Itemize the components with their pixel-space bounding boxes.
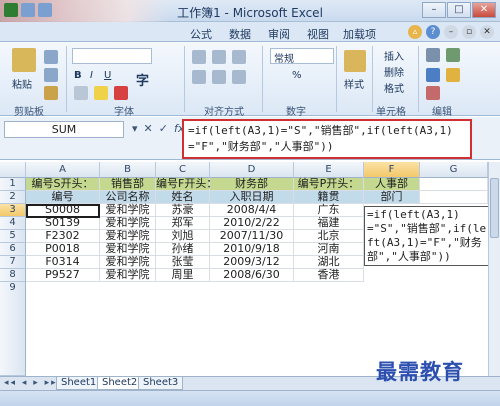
- tab-formulas[interactable]: 公式: [190, 26, 212, 42]
- delete-button[interactable]: 删除: [384, 64, 404, 79]
- font-name-box[interactable]: [72, 48, 152, 64]
- column-header-b[interactable]: B: [100, 162, 156, 178]
- doc-close-icon[interactable]: ✕: [480, 25, 494, 39]
- doc-restore-icon[interactable]: ▫: [462, 25, 476, 39]
- group-number: 数字: [286, 107, 306, 118]
- formula-input[interactable]: =if(left(A3,1)="S","销售部",if(left(A3,1)="…: [182, 119, 472, 159]
- wrap-text-icon[interactable]: [232, 50, 246, 64]
- styles-label[interactable]: 样式: [344, 76, 364, 91]
- underline-button[interactable]: U: [104, 70, 111, 81]
- sheet-tab-3[interactable]: Sheet3: [138, 377, 184, 390]
- maximize-button[interactable]: □: [447, 2, 471, 18]
- find-select-icon[interactable]: [446, 68, 460, 82]
- minimize-ribbon-icon[interactable]: ▵: [408, 25, 422, 39]
- tab-addins[interactable]: 加载项: [343, 26, 376, 42]
- name-box[interactable]: SUM: [4, 121, 124, 138]
- percent-button[interactable]: %: [292, 70, 302, 81]
- font-label-a: 字: [136, 74, 150, 89]
- enter-icon[interactable]: ✓: [159, 122, 168, 135]
- minimize-button[interactable]: –: [422, 2, 446, 18]
- copy-icon[interactable]: [44, 68, 58, 82]
- sort-filter-icon[interactable]: [446, 48, 460, 62]
- format-painter-icon[interactable]: [44, 86, 58, 100]
- tab-data[interactable]: 数据: [229, 26, 251, 42]
- help-icon[interactable]: ?: [426, 25, 440, 39]
- fill-color-icon[interactable]: [94, 86, 108, 100]
- group-font: 字体: [114, 107, 134, 118]
- group-clipboard: 剪贴板: [14, 107, 44, 118]
- border-icon[interactable]: [74, 86, 88, 100]
- insert-button[interactable]: 插入: [384, 48, 404, 63]
- number-format-box[interactable]: 常规: [270, 48, 334, 65]
- row-header-1[interactable]: 1: [0, 178, 26, 191]
- column-header-e[interactable]: E: [294, 162, 364, 178]
- cancel-icon[interactable]: ✕: [144, 122, 153, 135]
- column-header-g[interactable]: G: [420, 162, 488, 178]
- clear-icon[interactable]: [426, 86, 440, 100]
- fill-icon[interactable]: [426, 68, 440, 82]
- sheet-tab-1[interactable]: Sheet1: [56, 377, 102, 390]
- row-header-7[interactable]: 7: [0, 256, 26, 269]
- paste-icon[interactable]: [12, 48, 36, 72]
- editing-cell-f3[interactable]: =if(left(A3,1)="S","销售部",if(left(A3,1)="…: [364, 206, 492, 266]
- format-button[interactable]: 格式: [384, 80, 404, 95]
- bold-button[interactable]: B: [74, 70, 82, 81]
- status-bar: [0, 390, 500, 406]
- cell-b8[interactable]: 爱和学院: [100, 269, 156, 282]
- name-box-dropdown-icon[interactable]: ▾: [132, 122, 138, 135]
- align-left-icon[interactable]: [192, 70, 206, 84]
- group-cells: 单元格: [376, 107, 406, 118]
- row-header-9[interactable]: 9: [0, 282, 26, 376]
- select-all-corner[interactable]: [0, 162, 26, 178]
- title-bar: 工作簿1 - Microsoft Excel – □ ✕: [0, 0, 500, 44]
- sheet-nav-arrows-icon[interactable]: ◂◂ ◂ ▸ ▸▸: [4, 378, 58, 388]
- merge-icon[interactable]: [232, 70, 246, 84]
- worksheet-grid[interactable]: A B C D E F G 1 2 3 4 5 6 7 8 9 编号S开头： 销…: [0, 162, 500, 376]
- group-editing: 编辑: [432, 107, 452, 118]
- paste-label[interactable]: 粘贴: [12, 76, 32, 91]
- column-header-d[interactable]: D: [210, 162, 294, 178]
- doc-minimize-icon[interactable]: –: [444, 25, 458, 39]
- tab-review[interactable]: 审阅: [268, 26, 290, 42]
- cell-c8[interactable]: 周里: [156, 269, 210, 282]
- align-middle-icon[interactable]: [212, 50, 226, 64]
- ribbon: 粘贴 B I U 字 常规 % 样式 插入 删除 格式 剪贴板 字体 对齐方式 …: [0, 42, 500, 118]
- align-top-icon[interactable]: [192, 50, 206, 64]
- row-header-6[interactable]: 6: [0, 243, 26, 256]
- font-color-icon[interactable]: [114, 86, 128, 100]
- column-header-c[interactable]: C: [156, 162, 210, 178]
- row-header-2[interactable]: 2: [0, 191, 26, 204]
- autosum-icon[interactable]: [426, 48, 440, 62]
- row-header-5[interactable]: 5: [0, 230, 26, 243]
- cell-d8[interactable]: 2008/6/30: [210, 269, 294, 282]
- ribbon-tabs: 公式 数据 审阅 视图 加载项 ▵ ? – ▫ ✕: [0, 22, 500, 42]
- row-header-8[interactable]: 8: [0, 269, 26, 282]
- italic-button[interactable]: I: [90, 70, 93, 81]
- tab-view[interactable]: 视图: [307, 26, 329, 42]
- row-header-3[interactable]: 3: [0, 204, 26, 217]
- cell-g2[interactable]: [420, 191, 488, 204]
- scrollbar-thumb[interactable]: [490, 178, 499, 238]
- cell-g1[interactable]: [420, 178, 488, 191]
- vertical-scrollbar[interactable]: [488, 162, 500, 376]
- group-alignment: 对齐方式: [204, 107, 244, 118]
- sheet-tab-2[interactable]: Sheet2: [97, 377, 143, 390]
- row-header-4[interactable]: 4: [0, 217, 26, 230]
- watermark: 最需教育: [376, 359, 464, 384]
- cell-a8[interactable]: P9527: [26, 269, 100, 282]
- styles-icon[interactable]: [344, 50, 366, 72]
- formula-bar: SUM ▾ ✕ ✓ fx =if(left(A3,1)="S","销售部",if…: [0, 117, 500, 160]
- align-center-icon[interactable]: [212, 70, 226, 84]
- column-header-f[interactable]: F: [364, 162, 420, 178]
- cut-icon[interactable]: [44, 50, 58, 64]
- close-button[interactable]: ✕: [472, 2, 496, 18]
- cell-f2[interactable]: 部门: [364, 191, 420, 204]
- cell-e8[interactable]: 香港: [294, 269, 364, 282]
- column-header-a[interactable]: A: [26, 162, 100, 178]
